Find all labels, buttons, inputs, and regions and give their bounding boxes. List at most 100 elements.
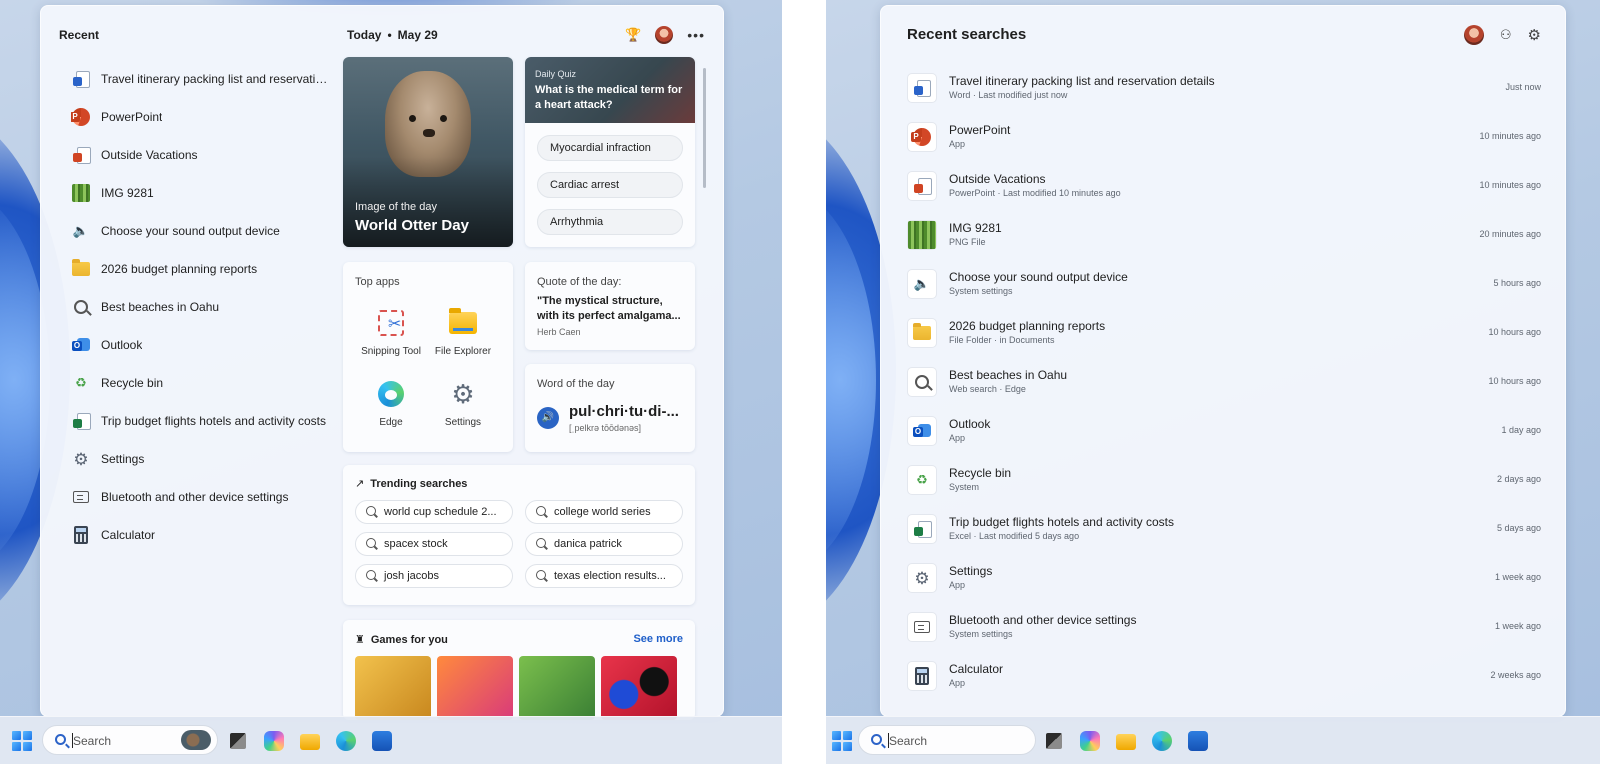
bluetooth-devices-icon: [907, 612, 937, 642]
list-item[interactable]: Best beaches in Oahu Web search · Edge 10 …: [907, 362, 1541, 411]
search-icon: [71, 297, 91, 317]
list-item[interactable]: 🔈 Choose your sound output device System s…: [907, 264, 1541, 313]
recent-item[interactable]: 🔈 Choose your sound output device: [71, 212, 331, 250]
quote-author: Herb Caen: [537, 327, 581, 337]
quiz-option[interactable]: Arrhythmia: [537, 209, 683, 235]
scroll-thumb[interactable]: [703, 68, 706, 188]
gear-icon: ⚙: [907, 563, 937, 593]
rewards-trophy-icon[interactable]: 🏆: [625, 27, 641, 43]
copilot-icon[interactable]: [264, 731, 284, 751]
app-snipping-tool[interactable]: Snipping Tool: [351, 308, 431, 357]
list-item[interactable]: IMG 9281 PNG File 20 minutes ago: [907, 215, 1541, 264]
list-item[interactable]: ⚙ Settings App 1 week ago: [907, 558, 1541, 607]
list-item[interactable]: PowerPointApp10 minutes ago: [907, 117, 1541, 166]
list-item[interactable]: Calculator App 2 weeks ago: [907, 656, 1541, 705]
people-icon[interactable]: ⚇: [1500, 27, 1512, 43]
app-file-explorer[interactable]: File Explorer: [423, 308, 503, 357]
image-thumbnail-icon: [71, 183, 91, 203]
trending-chip[interactable]: world cup schedule 2...: [355, 500, 513, 524]
powerpoint-icon: [71, 107, 91, 127]
game-tile[interactable]: [519, 656, 595, 720]
speaker-icon: 🔈: [72, 223, 90, 238]
edge-icon[interactable]: [336, 731, 356, 751]
search-icon: [536, 506, 546, 516]
list-item[interactable]: Bluetooth and other device settings Syste…: [907, 607, 1541, 656]
file-explorer-icon[interactable]: [300, 734, 320, 750]
trending-chip[interactable]: spacex stock: [355, 532, 513, 556]
app-edge[interactable]: Edge: [351, 379, 431, 428]
recent-item[interactable]: ⚙ Settings: [71, 440, 331, 478]
games-for-you-card: ♜ Games for you See more: [343, 620, 695, 720]
top-apps-card: Top apps Snipping Tool File Explorer Edg…: [343, 262, 513, 452]
store-icon[interactable]: [1188, 731, 1208, 751]
word-of-day: pul·chri·tu·di-...: [569, 403, 679, 420]
taskbar-search-box[interactable]: Search: [42, 725, 218, 755]
store-icon[interactable]: [372, 731, 392, 751]
recent-item[interactable]: Bluetooth and other device settings: [71, 478, 331, 516]
avatar[interactable]: [1463, 25, 1484, 45]
quote-label: Quote of the day:: [537, 276, 622, 288]
left-desktop: Recent Travel itinerary packing list and…: [0, 0, 782, 764]
search-flyout: Recent Travel itinerary packing list and…: [40, 5, 724, 720]
taskbar-search-box[interactable]: Search: [858, 725, 1036, 755]
task-view-icon[interactable]: [1046, 733, 1062, 749]
recent-item[interactable]: Outside Vacations: [71, 136, 331, 174]
copilot-icon[interactable]: [1080, 731, 1100, 751]
quiz-question: What is the medical term for a heart att…: [535, 84, 683, 111]
quiz-option[interactable]: Myocardial infraction: [537, 135, 683, 161]
avatar[interactable]: [655, 26, 674, 44]
game-tile[interactable]: [601, 656, 677, 720]
today-header: Today • May 29: [347, 28, 438, 42]
trending-chip[interactable]: josh jacobs: [355, 564, 513, 588]
recycle-bin-icon: ♻: [75, 375, 87, 390]
list-item[interactable]: ♻ Recycle bin System 2 days ago: [907, 460, 1541, 509]
recent-searches-list: Travel itinerary packing list and reserv…: [907, 68, 1541, 705]
word-of-the-day-card[interactable]: Word of the day 🔊 pul·chri·tu·di-... [ˌp…: [525, 364, 695, 452]
settings-gear-icon[interactable]: ⚙: [1528, 26, 1541, 44]
app-settings[interactable]: ⚙ Settings: [423, 379, 503, 428]
recent-item[interactable]: ♻ Recycle bin: [71, 364, 331, 402]
bluetooth-devices-icon: [71, 487, 91, 507]
file-explorer-icon[interactable]: [1116, 734, 1136, 750]
recent-item[interactable]: Calculator: [71, 516, 331, 554]
recent-item[interactable]: 2026 budget planning reports: [71, 250, 331, 288]
quote-of-the-day-card[interactable]: Quote of the day: "The mystical structur…: [525, 262, 695, 350]
excel-file-icon: [907, 514, 937, 544]
folder-icon: [907, 318, 937, 348]
list-item[interactable]: 2026 budget planning reports File Folder …: [907, 313, 1541, 362]
recycle-bin-icon: ♻: [907, 465, 937, 495]
recent-item[interactable]: Best beaches in Oahu: [71, 288, 331, 326]
scrollbar[interactable]: [701, 58, 707, 708]
recent-item[interactable]: Travel itinerary packing list and reserv…: [71, 60, 331, 98]
see-more-link[interactable]: See more: [633, 633, 683, 645]
start-windows-icon[interactable]: [832, 731, 852, 751]
trending-chip[interactable]: danica patrick: [525, 532, 683, 556]
image-of-the-day-card[interactable]: Image of the day World Otter Day: [343, 57, 513, 247]
game-tile[interactable]: [437, 656, 513, 720]
recent-item[interactable]: PowerPoint: [71, 98, 331, 136]
game-controller-icon: ♜: [355, 634, 365, 646]
word-pronunciation: [ˌpelkrə tōōdənəs]: [569, 423, 642, 433]
game-tile[interactable]: [355, 656, 431, 720]
calculator-icon: [71, 525, 91, 545]
start-windows-icon[interactable]: [12, 731, 32, 751]
recent-item[interactable]: Trip budget flights hotels and activity …: [71, 402, 331, 440]
list-item[interactable]: Travel itinerary packing list and reserv…: [907, 68, 1541, 117]
edge-icon[interactable]: [1152, 731, 1172, 751]
quiz-option[interactable]: Cardiac arrest: [537, 172, 683, 198]
search-icon: [366, 570, 376, 580]
pronounce-speaker-icon[interactable]: 🔊: [537, 407, 559, 429]
search-icon: [536, 570, 546, 580]
list-item[interactable]: Trip budget flights hotels and activity …: [907, 509, 1541, 558]
word-doc-icon: [907, 73, 937, 103]
task-view-icon[interactable]: [230, 733, 246, 749]
more-options-icon[interactable]: •••: [687, 27, 705, 43]
trending-chip[interactable]: college world series: [525, 500, 683, 524]
list-item[interactable]: Outside Vacations PowerPoint · Last modif…: [907, 166, 1541, 215]
recent-item[interactable]: Outlook: [71, 326, 331, 364]
trending-chip[interactable]: texas election results...: [525, 564, 683, 588]
list-item[interactable]: OutlookApp1 day ago: [907, 411, 1541, 460]
word-doc-icon: [71, 69, 91, 89]
recent-item[interactable]: IMG 9281: [71, 174, 331, 212]
search-icon: [55, 734, 66, 745]
